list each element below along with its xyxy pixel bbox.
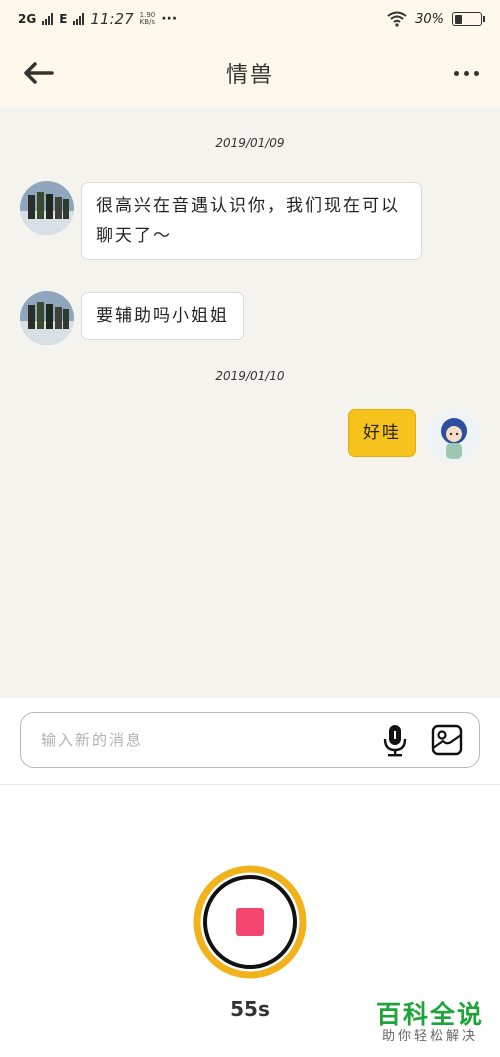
battery-percent: 30%: [415, 11, 444, 27]
message-bubble-received[interactable]: 很高兴在音遇认识你，我们现在可以聊天了～: [81, 182, 422, 260]
more-options-button[interactable]: [448, 62, 484, 84]
watermark-subtitle: 助你轻松解决: [381, 1029, 478, 1044]
message-bubble-sent[interactable]: 好哇: [348, 409, 416, 457]
avatar-illustration: [427, 409, 481, 463]
watermark: 百科全说 助你轻松解决: [376, 1001, 484, 1045]
date-separator: 2019/01/09: [215, 136, 285, 150]
net-speed: 1.90 KB/s: [140, 12, 156, 26]
date-separator: 2019/01/10: [215, 369, 285, 383]
battery-icon: [452, 12, 485, 26]
microphone-icon: [383, 725, 407, 757]
more-dot-icon: [473, 70, 479, 76]
page-title: 情兽: [225, 63, 274, 88]
contact-avatar[interactable]: [20, 181, 74, 235]
voice-recorder-panel: 55s 百科全说 助你轻松解决: [0, 786, 500, 1057]
avatar-photo: [20, 181, 74, 235]
status-bar: 2G E 11:27 1.90 KB/s ··· 30%: [0, 0, 500, 38]
my-avatar[interactable]: [427, 409, 481, 463]
wifi-icon: [387, 11, 407, 27]
more-dot-icon: [453, 70, 459, 76]
record-progress-ring: [193, 865, 307, 979]
voice-button[interactable]: [375, 720, 415, 760]
image-button[interactable]: [427, 720, 467, 760]
net-speed-unit: KB/s: [139, 18, 156, 26]
message-input-wrapper: [20, 712, 480, 768]
more-status-icon: ···: [161, 11, 178, 27]
watermark-title: 百科全说: [375, 1000, 484, 1029]
signal-icon: [42, 13, 54, 25]
network-2g-label: 2G: [18, 12, 37, 26]
signal-icon-2: [73, 13, 85, 25]
status-right: 30%: [387, 11, 485, 27]
title-bar: 情兽: [0, 38, 500, 108]
back-button[interactable]: [18, 58, 58, 88]
stop-square-icon: [236, 908, 264, 936]
input-bar: [0, 698, 500, 785]
contact-avatar[interactable]: [20, 291, 74, 345]
image-icon: [431, 724, 463, 756]
stop-recording-button[interactable]: [192, 864, 308, 980]
network-e-label: E: [59, 12, 68, 26]
more-dot-icon: [463, 70, 469, 76]
message-bubble-received[interactable]: 要辅助吗小姐姐: [81, 292, 244, 340]
status-left: 2G E 11:27 1.90 KB/s ···: [18, 10, 177, 28]
message-input[interactable]: [41, 731, 363, 749]
chat-area[interactable]: 2019/01/09 很高兴在音遇认识你，我们现在可以聊天了～ 要辅助吗小姐姐 …: [0, 108, 500, 698]
clock: 11:27: [90, 10, 134, 28]
avatar-photo: [20, 291, 74, 345]
arrow-left-icon: [24, 62, 54, 84]
